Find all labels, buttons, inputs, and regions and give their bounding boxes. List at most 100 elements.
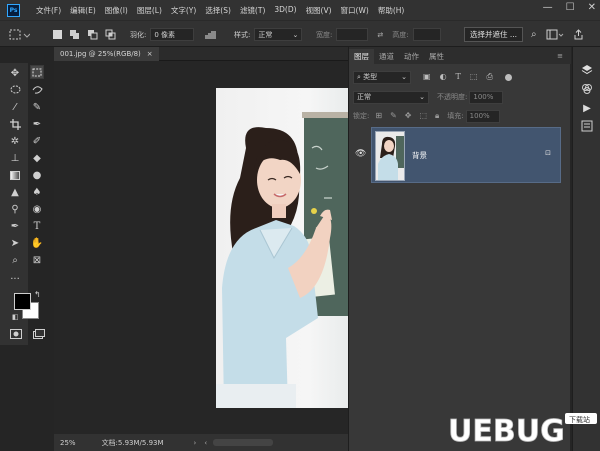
- menu-edit[interactable]: 编辑(E): [70, 5, 96, 16]
- height-input[interactable]: [412, 28, 441, 41]
- default-colors-icon[interactable]: ◧: [12, 313, 19, 321]
- zoom-level[interactable]: 25%: [60, 439, 76, 447]
- blur-tool-icon[interactable]: ●: [30, 168, 44, 182]
- dodge-tool-icon[interactable]: ♠: [30, 185, 44, 199]
- lock-artboard-icon[interactable]: ⬚: [419, 111, 427, 121]
- swap-colors-icon[interactable]: ↰: [34, 290, 41, 299]
- adjustment-filter-icon[interactable]: ◐: [440, 72, 447, 82]
- opacity-input[interactable]: 100%: [469, 90, 504, 104]
- pixel-filter-icon[interactable]: ▣: [423, 72, 431, 82]
- smart-object-filter-icon[interactable]: ⎙: [486, 72, 492, 82]
- tab-properties[interactable]: 属性: [424, 49, 449, 64]
- select-and-mask-button[interactable]: 选择并遮住 ...: [464, 27, 524, 42]
- style-value: 正常: [258, 30, 273, 39]
- new-selection-icon[interactable]: [53, 30, 62, 39]
- triangle-tool-icon[interactable]: ▲: [8, 185, 22, 199]
- options-bar: 羽化: 0 像素 样式: 正常 ⌄ 宽度: ⇄ 高度: 选择并遮住 ... ⌕: [0, 20, 600, 47]
- zoom-tool-icon[interactable]: ⌕: [8, 253, 22, 267]
- screen-mode-icon[interactable]: [33, 329, 45, 339]
- eraser-tool-icon[interactable]: ◆: [30, 151, 44, 165]
- path-selection-icon[interactable]: ➤: [8, 236, 22, 250]
- opacity-label: 不透明度:: [437, 93, 468, 101]
- frame-tool-icon[interactable]: ⊠: [30, 253, 44, 267]
- close-button[interactable]: ✕: [588, 2, 596, 13]
- watermark: UEBUG 下载站: [448, 408, 598, 448]
- menu-help[interactable]: 帮助(H): [378, 5, 405, 16]
- menu-layer[interactable]: 图层(L): [137, 5, 162, 16]
- magic-wand-icon[interactable]: ⁄: [8, 100, 22, 114]
- eyedropper-tool-icon[interactable]: ✒: [30, 117, 44, 131]
- gradient-tool-icon[interactable]: [8, 168, 22, 182]
- rectangular-marquee-tool-icon[interactable]: [30, 65, 44, 79]
- workspace-icon[interactable]: [546, 29, 564, 41]
- channels-panel-icon[interactable]: [581, 83, 593, 95]
- filter-toggle[interactable]: [504, 73, 512, 81]
- menu-select[interactable]: 选择(S): [205, 5, 231, 16]
- status-arrow-icon[interactable]: ›: [194, 439, 197, 447]
- crop-tool-icon[interactable]: [8, 117, 22, 131]
- type-filter-icon[interactable]: T: [456, 72, 461, 82]
- tab-channels[interactable]: 通道: [374, 49, 399, 64]
- search-icon[interactable]: ⌕: [531, 29, 537, 40]
- menu-type[interactable]: 文字(Y): [171, 5, 196, 16]
- width-input[interactable]: [336, 28, 369, 41]
- menu-view[interactable]: 视图(V): [306, 5, 332, 16]
- lock-position-icon[interactable]: ✥: [405, 111, 412, 121]
- foreground-color-swatch[interactable]: [14, 293, 31, 310]
- lock-transparent-icon[interactable]: ⊞: [375, 111, 382, 121]
- menu-filter[interactable]: 滤镜(T): [240, 5, 265, 16]
- menu-window[interactable]: 窗口(W): [341, 5, 369, 16]
- layers-panel: 图层 通道 动作 属性 ≡ ⌕ 类型 ⌄ ▣ ◐ T ⬚ ⎙ 正常 ⌄ 不透明度…: [348, 47, 571, 451]
- lasso-tool-icon[interactable]: [8, 83, 22, 97]
- pen-tool-icon[interactable]: ✒: [8, 219, 22, 233]
- clone-stamp-icon[interactable]: ⊥: [8, 151, 22, 165]
- quick-select-icon[interactable]: ✎: [30, 100, 44, 114]
- spot-healing-icon[interactable]: ✲: [8, 134, 22, 148]
- maximize-button[interactable]: ☐: [566, 2, 575, 13]
- width-label: 宽度:: [316, 30, 333, 39]
- watermark-text: UEBUG: [448, 414, 565, 448]
- layer-filter-select[interactable]: ⌕ 类型 ⌄: [353, 70, 411, 84]
- layer-name[interactable]: 背景: [412, 150, 427, 161]
- hand-tool-icon[interactable]: ✋: [30, 236, 44, 250]
- share-icon[interactable]: [573, 29, 584, 40]
- document-tab[interactable]: 001.jpg @ 25%(RGB/8) ×: [54, 47, 159, 61]
- blend-mode-select[interactable]: 正常 ⌄: [353, 90, 429, 104]
- fill-input[interactable]: 100%: [465, 109, 500, 123]
- menu-file[interactable]: 文件(F): [36, 5, 61, 16]
- menu-image[interactable]: 图像(I): [105, 5, 128, 16]
- type-tool-icon[interactable]: T: [30, 219, 44, 233]
- add-selection-icon[interactable]: [69, 29, 80, 40]
- move-tool-icon[interactable]: ✥: [8, 66, 22, 80]
- intersect-selection-icon[interactable]: [105, 29, 116, 40]
- lock-all-icon[interactable]: 🔒︎: [435, 111, 439, 121]
- close-tab-icon[interactable]: ×: [147, 50, 153, 58]
- layers-panel-icon[interactable]: [581, 64, 593, 76]
- lock-pixels-icon[interactable]: ✎: [390, 111, 397, 121]
- quick-mask-icon[interactable]: [10, 329, 22, 339]
- layer-row[interactable]: 背景 ⊡: [371, 127, 561, 183]
- pin-tool-icon[interactable]: ⚲: [8, 202, 22, 216]
- horizontal-scrollbar[interactable]: [213, 439, 274, 446]
- tool-preset-picker[interactable]: [8, 21, 30, 48]
- tab-actions[interactable]: 动作: [399, 49, 424, 64]
- minimize-button[interactable]: —: [543, 2, 553, 13]
- scroll-left-icon[interactable]: ‹: [204, 439, 207, 447]
- panel-menu-icon[interactable]: ≡: [557, 52, 563, 60]
- feather-input[interactable]: 0 像素: [150, 28, 195, 41]
- play-actions-icon[interactable]: ▶: [581, 102, 593, 114]
- swap-icon[interactable]: ⇄: [377, 31, 383, 39]
- more-tools-icon[interactable]: ···: [8, 272, 22, 286]
- visibility-eye-icon[interactable]: 👁︎: [355, 149, 366, 159]
- properties-panel-icon[interactable]: [581, 120, 593, 132]
- subtract-selection-icon[interactable]: [87, 29, 98, 40]
- tab-layers[interactable]: 图层: [349, 49, 374, 64]
- sponge-tool-icon[interactable]: ◉: [30, 202, 44, 216]
- brush-tool-icon[interactable]: ✐: [30, 134, 44, 148]
- menu-bar: Ps 文件(F) 编辑(E) 图像(I) 图层(L) 文字(Y) 选择(S) 滤…: [0, 0, 600, 20]
- shape-filter-icon[interactable]: ⬚: [470, 72, 478, 82]
- polygon-lasso-icon[interactable]: [30, 83, 44, 97]
- style-select[interactable]: 正常 ⌄: [254, 28, 303, 41]
- chevron-down-icon: ⌄: [292, 30, 299, 39]
- menu-3d[interactable]: 3D(D): [274, 5, 296, 16]
